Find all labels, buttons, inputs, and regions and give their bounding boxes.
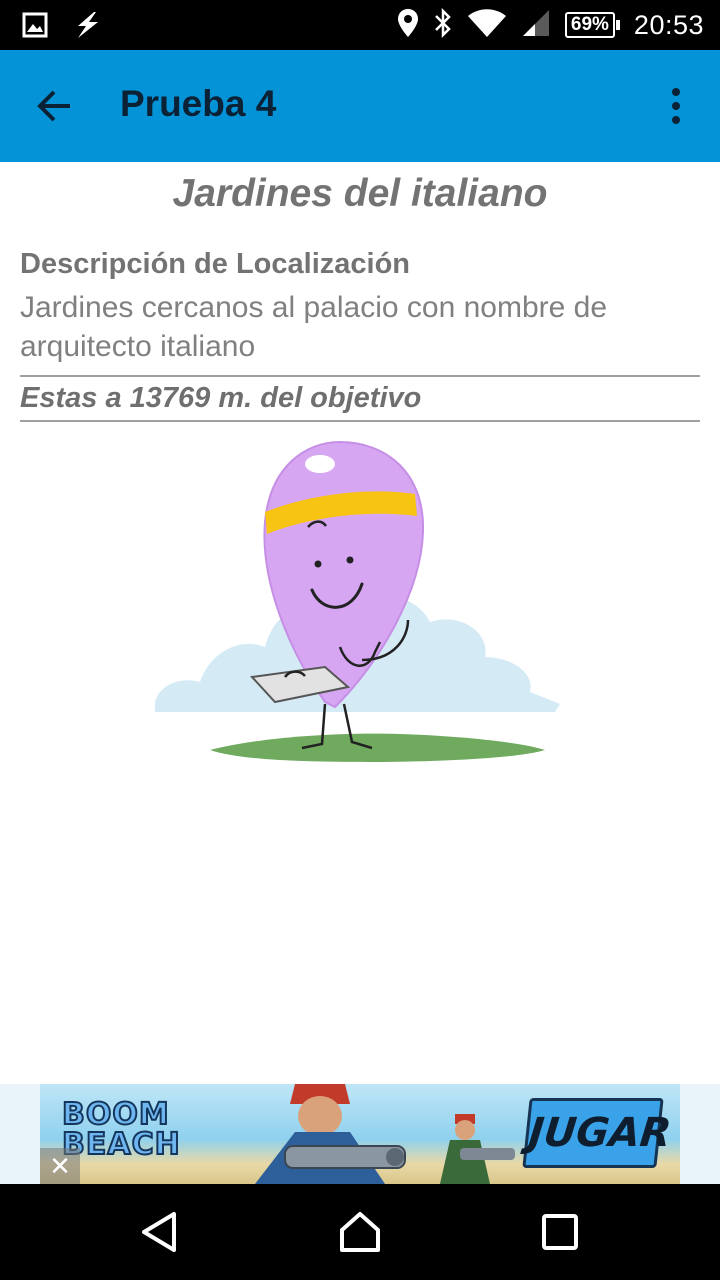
wifi-icon [467, 8, 507, 43]
home-icon [340, 1212, 380, 1252]
location-icon [397, 8, 419, 43]
description-heading: Descripción de Localización [20, 248, 410, 280]
ad-play-button[interactable]: JUGAR [522, 1098, 673, 1168]
battery-level: 69% [564, 12, 615, 38]
page-title: Prueba 4 [120, 83, 277, 124]
ad-logo: BOOM BEACH [61, 1097, 181, 1162]
overflow-menu-button[interactable] [660, 82, 692, 130]
back-button[interactable] [30, 82, 78, 130]
more-vert-icon [672, 88, 680, 124]
ad-area: BOOM BEACH JUGAR ✕ [0, 1084, 720, 1184]
bluetooth-icon [433, 7, 453, 43]
back-triangle-icon [142, 1212, 176, 1252]
divider [20, 375, 700, 377]
nav-home-button[interactable] [336, 1208, 384, 1256]
divider [20, 420, 700, 422]
battery-indicator: 69% [564, 12, 620, 38]
signal-icon [521, 8, 551, 43]
map-pin-mascot-illustration [140, 432, 580, 772]
app-bar: Prueba 4 [0, 50, 720, 162]
nav-back-button[interactable] [136, 1208, 184, 1256]
status-bar: 69% 20:53 [0, 0, 720, 50]
arrow-back-icon [37, 90, 70, 122]
flash-icon [72, 10, 102, 45]
ad-banner[interactable]: BOOM BEACH JUGAR [40, 1084, 680, 1184]
nav-recents-button[interactable] [536, 1208, 584, 1256]
status-notification-icons [22, 10, 102, 45]
description-text: Jardines cercanos al palacio con nombre … [20, 291, 608, 363]
status-system-icons: 69% 20:53 [397, 6, 704, 44]
ad-soldier-image [440, 1114, 515, 1184]
ad-character-image [255, 1084, 406, 1184]
clock: 20:53 [633, 9, 704, 40]
image-icon [22, 12, 48, 43]
navigation-bar [0, 1184, 720, 1280]
recents-icon [542, 1214, 578, 1250]
location-detail: Jardines del italiano Descripción de Loc… [0, 162, 720, 1084]
distance-text: Estas a 13769 m. del objetivo [20, 382, 422, 414]
place-title: Jardines del italiano [172, 172, 548, 215]
ad-close-button[interactable]: ✕ [40, 1148, 80, 1184]
